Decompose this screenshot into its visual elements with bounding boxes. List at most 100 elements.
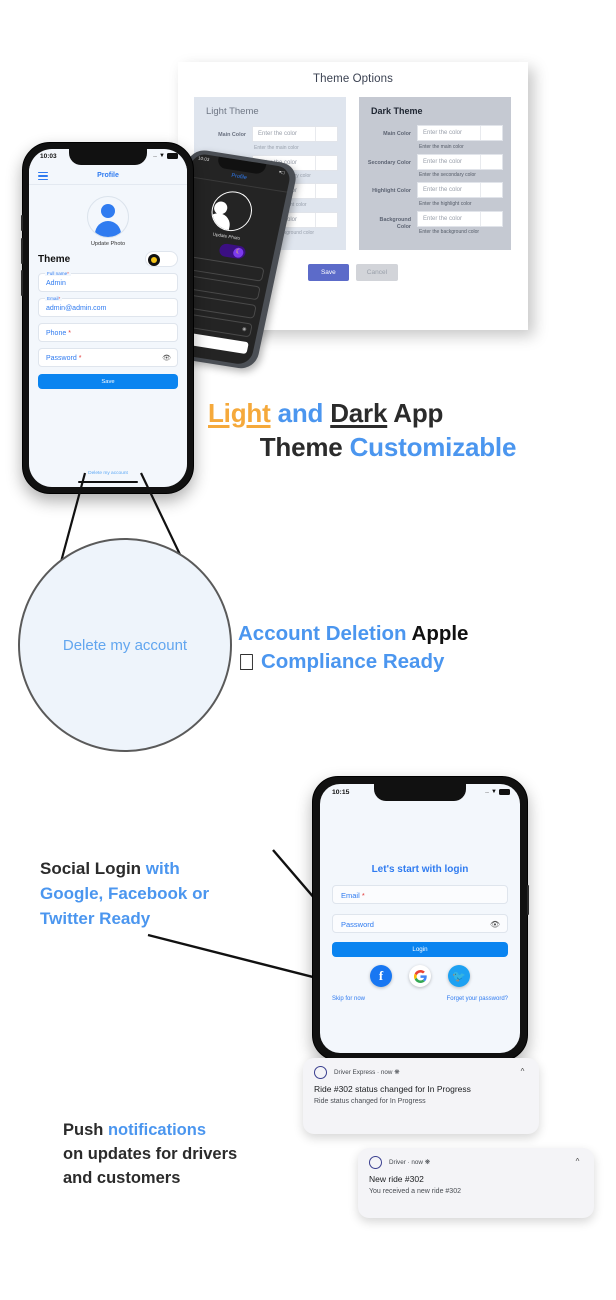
notification-time: now xyxy=(380,1069,393,1076)
profile-phone-notch xyxy=(69,149,147,165)
dark-phone-avatar[interactable] xyxy=(207,188,256,234)
moon-icon: ☾ xyxy=(232,246,245,258)
dark-main-color-row: Main Color Enter the color Enter the mai… xyxy=(367,125,503,150)
login-button[interactable]: Login xyxy=(332,942,508,957)
battery-icon xyxy=(167,153,178,159)
headline-push-word: Push xyxy=(63,1121,104,1139)
chevron-up-icon[interactable]: ^ xyxy=(571,1155,584,1168)
facebook-icon[interactable]: f xyxy=(370,965,392,987)
light-background-color-swatch[interactable] xyxy=(315,212,337,227)
email-value: admin@admin.com xyxy=(46,304,107,312)
dark-background-color-hint: Enter the background color xyxy=(419,229,480,235)
notification-body: You received a new ride #302 xyxy=(369,1188,461,1195)
dark-highlight-color-label: Highlight Color xyxy=(372,188,411,194)
profile-app-bar: Profile xyxy=(29,166,187,185)
phone-volume-up-button xyxy=(21,238,23,264)
email-label: Email* xyxy=(45,295,63,301)
theme-save-button[interactable]: Save xyxy=(307,264,349,281)
dark-phone-theme-toggle[interactable]: ☾ xyxy=(218,242,247,260)
theme-cancel-button[interactable]: Cancel xyxy=(355,264,399,281)
dark-background-color-label: Background Color xyxy=(379,216,411,230)
dark-secondary-color-hint: Enter the secondary color xyxy=(419,172,476,178)
forgot-password-link[interactable]: Forget your password? xyxy=(447,996,508,1002)
app-icon xyxy=(369,1156,382,1169)
dark-secondary-color-input[interactable]: Enter the color xyxy=(417,153,503,170)
dark-secondary-color-swatch[interactable] xyxy=(480,154,502,169)
notification-meta: Driver Express · now ❋ xyxy=(334,1069,400,1076)
headline-social-twitter-ready: Twitter Ready xyxy=(40,909,151,928)
dark-secondary-color-row: Secondary Color Enter the color Enter th… xyxy=(367,153,503,178)
dark-highlight-color-swatch[interactable] xyxy=(480,183,502,197)
full-name-label: Full name* xyxy=(45,270,71,276)
eye-icon[interactable]: 👁 xyxy=(162,354,171,362)
phone-volume-down-button xyxy=(21,270,23,296)
headline-account-deletion: Account Deletion Apple  Compliance Read… xyxy=(238,620,568,676)
phone-field[interactable]: Phone * xyxy=(38,323,178,342)
theme-options-title: Theme Options xyxy=(313,73,393,85)
light-main-color-input[interactable]: Enter the color xyxy=(252,126,338,142)
headline-push-line2: on updates for drivers xyxy=(63,1145,238,1163)
delete-account-callout-circle: Delete my account xyxy=(18,538,232,752)
light-main-color-label: Main Color xyxy=(218,132,246,138)
dark-main-color-swatch[interactable] xyxy=(480,126,502,140)
headline-word-light: Light xyxy=(208,398,271,428)
phone-label: Phone * xyxy=(46,329,71,337)
login-phone-screen: 10:15 ※ .... ▼ Let's start with login Em… xyxy=(320,784,520,1053)
light-main-color-hint: Enter the main color xyxy=(254,144,299,151)
sun-icon xyxy=(148,253,160,266)
notification-app-name: Driver Express xyxy=(334,1069,376,1076)
notification-title: Ride #302 status changed for In Progress xyxy=(314,1084,471,1094)
dark-background-color-swatch[interactable] xyxy=(480,211,502,226)
notification-header: Driver Express · now ❋ ^ xyxy=(303,1058,539,1079)
theme-toggle-switch[interactable] xyxy=(145,251,178,267)
headline-compliance-ready: Compliance Ready xyxy=(238,650,444,673)
light-main-color-row: Main Color Enter the color Enter the mai… xyxy=(202,126,338,151)
profile-save-button[interactable]: Save xyxy=(38,374,178,389)
dark-highlight-color-placeholder: Enter the color xyxy=(423,187,463,193)
notification-body: Ride status changed for In Progress xyxy=(314,1098,426,1105)
dark-highlight-color-input[interactable]: Enter the color xyxy=(417,182,503,198)
twitter-icon[interactable]: 🐦 xyxy=(448,965,470,987)
login-links: Skip for now Forget your password? xyxy=(332,996,508,1002)
login-status-time: 10:15 xyxy=(332,789,350,796)
skip-for-now-link[interactable]: Skip for now xyxy=(332,996,365,1002)
dark-phone-status-icons: ▾◻ xyxy=(278,169,286,176)
profile-form-body: Update Photo Theme Full name* Admin Emai xyxy=(29,185,187,389)
promo-graphic: Theme Options Light Theme Main Color Ent… xyxy=(0,0,616,1300)
headline-word-customizable: Customizable xyxy=(349,432,517,462)
dark-secondary-color-placeholder: Enter the color xyxy=(423,158,463,165)
dark-theme-title: Dark Theme xyxy=(371,106,423,116)
dark-highlight-color-row: Highlight Color Enter the color Enter th… xyxy=(367,182,503,207)
chevron-up-icon[interactable]: ^ xyxy=(516,1065,529,1078)
light-secondary-color-swatch[interactable] xyxy=(315,155,337,170)
hamburger-menu-icon[interactable] xyxy=(38,172,48,182)
login-password-label: Password xyxy=(341,920,374,929)
update-photo-link[interactable]: Update Photo xyxy=(38,241,178,247)
light-highlight-color-swatch[interactable] xyxy=(315,184,337,198)
signal-icon: .... xyxy=(485,789,490,795)
email-field[interactable]: Email* admin@admin.com xyxy=(38,295,178,317)
headline-push-notifications: Push notifications on updates for driver… xyxy=(63,1118,333,1190)
dark-main-color-placeholder: Enter the color xyxy=(423,130,463,136)
login-email-field[interactable]: Email * xyxy=(332,885,508,904)
profile-avatar[interactable] xyxy=(87,196,129,238)
social-login-buttons: f 🐦 xyxy=(332,965,508,987)
notification-card-driver-express[interactable]: Driver Express · now ❋ ^ Ride #302 statu… xyxy=(303,1058,539,1134)
signal-icon: .... xyxy=(153,153,158,159)
avatar-body-shape xyxy=(95,221,121,237)
profile-phone-screen: 10:03 ※ .... ▼ Profile Update Photo xyxy=(29,149,187,487)
google-icon[interactable] xyxy=(409,965,431,987)
notification-card-driver[interactable]: Driver · now ❋ ^ New ride #302 You recei… xyxy=(358,1148,594,1218)
notification-meta: Driver · now ❋ xyxy=(389,1159,430,1166)
dark-main-color-label: Main Color xyxy=(383,131,411,137)
full-name-value: Admin xyxy=(46,279,66,287)
light-main-color-swatch[interactable] xyxy=(315,127,337,141)
dark-main-color-input[interactable]: Enter the color xyxy=(417,125,503,141)
profile-status-time: 10:03 xyxy=(40,153,57,160)
password-field[interactable]: Password * 👁 xyxy=(38,348,178,367)
dark-background-color-input[interactable]: Enter the color xyxy=(417,210,503,227)
dark-highlight-color-hint: Enter the highlight color xyxy=(419,200,472,207)
full-name-field[interactable]: Full name* Admin xyxy=(38,270,178,292)
login-password-field[interactable]: Password 👁 xyxy=(332,914,508,933)
eye-icon[interactable]: 👁 xyxy=(490,920,500,929)
